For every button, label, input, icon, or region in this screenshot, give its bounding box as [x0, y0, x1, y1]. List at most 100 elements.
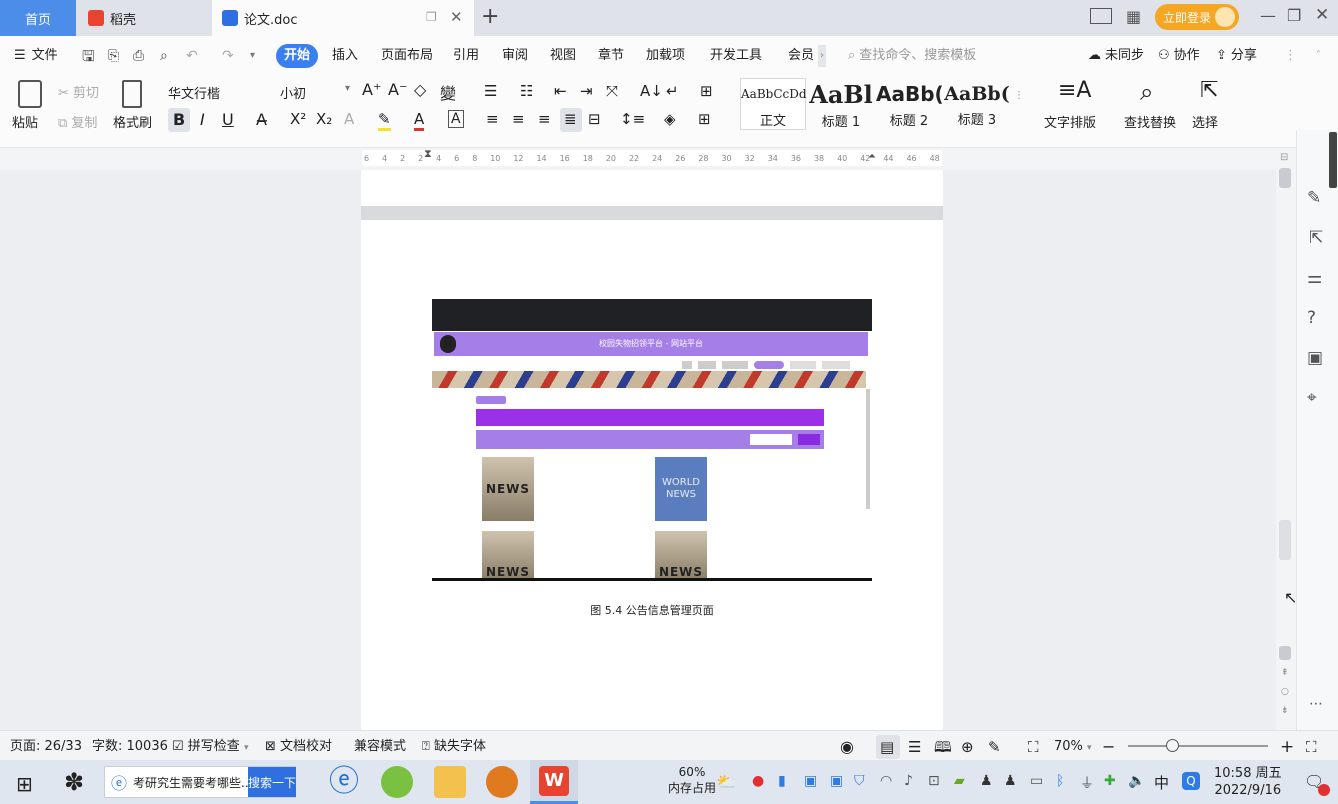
horizontal-ruler[interactable]: 6 4 2 2 4 6 8 10 12 14 16 18 20 22 24 26 28 30 32 34 36 38 40 4… — [362, 150, 942, 166]
tray-app-icon-4[interactable]: ▣ — [830, 773, 843, 789]
select-label[interactable]: 选择 — [1192, 112, 1218, 131]
memory-widget[interactable]: 60% 内存占用 — [668, 764, 716, 796]
location-pin-icon[interactable]: ⌖ — [1307, 388, 1317, 408]
undo-icon[interactable]: ↶ — [186, 45, 198, 67]
style-normal[interactable]: AaBbCcDd 正文 — [740, 78, 807, 130]
right-indent-marker-icon[interactable]: ⏶ — [868, 151, 876, 162]
help-icon[interactable]: ? — [1307, 308, 1316, 328]
browser-app-icon[interactable]: ✽ — [64, 768, 84, 796]
fit-page-icon[interactable]: ⛶ — [1028, 738, 1039, 756]
font-size-select[interactable]: 小初 — [280, 83, 306, 102]
security-app-icon[interactable]: ✚ — [1104, 773, 1116, 789]
format-painter-icon[interactable] — [122, 80, 142, 108]
copy-button[interactable]: ⧉ 复制 — [58, 112, 97, 131]
notification-bell-icon[interactable]: ♪ — [904, 773, 913, 789]
menu-tab-review[interactable]: 审阅 — [502, 45, 528, 67]
menu-overflow-icon[interactable]: › — [818, 45, 826, 67]
page-view-icon[interactable]: ▤ — [880, 738, 894, 756]
nvidia-icon[interactable]: ▰ — [954, 773, 965, 789]
underline-button[interactable]: U — [222, 110, 234, 129]
bluetooth-icon[interactable]: ᛒ — [1056, 773, 1064, 789]
360-browser-icon[interactable] — [381, 766, 413, 798]
menu-tab-references[interactable]: 引用 — [453, 45, 479, 67]
quick-access-chevron-icon[interactable]: ▾ — [250, 45, 255, 67]
wifi-icon[interactable]: ◠ — [880, 773, 892, 789]
tab-daoke[interactable]: 稻壳 — [78, 0, 212, 36]
highlight-icon[interactable]: ✎ — [378, 110, 391, 131]
sync-button[interactable]: ☁ 未同步 — [1088, 45, 1144, 67]
tab-restore-icon[interactable]: ❐ — [426, 10, 437, 24]
edit-pen-icon[interactable]: ✎ — [1307, 188, 1321, 208]
superscript-button[interactable]: X² — [290, 110, 306, 128]
phonetic-icon[interactable]: 變 — [440, 80, 456, 104]
reading-view-icon[interactable]: 🕮 — [934, 738, 952, 756]
cut-button[interactable]: ✂ 剪切 — [58, 82, 99, 101]
ime-indicator[interactable]: 中 — [1154, 772, 1169, 793]
taskbar-clock[interactable]: 10:58 周五 2022/9/16 — [1214, 765, 1282, 799]
scroll-thumb-top[interactable] — [1279, 168, 1291, 188]
menu-tab-view[interactable]: 视图 — [550, 45, 576, 67]
collab-button[interactable]: ⚇ 协作 — [1158, 45, 1200, 67]
grow-font-icon[interactable]: A⁺ — [362, 80, 381, 99]
borders-icon[interactable]: ⊞ — [698, 110, 711, 128]
spell-check-button[interactable]: ☑ 拼写检查 ▾ — [172, 738, 248, 756]
menu-tab-start[interactable]: 开始 — [276, 44, 318, 68]
zoom-select[interactable]: 70% ▾ — [1054, 738, 1092, 756]
fullscreen-icon[interactable]: ⛶ — [1306, 738, 1317, 756]
bold-button[interactable]: B — [173, 110, 185, 129]
pointer-select-icon[interactable]: ⇱ — [1309, 228, 1323, 248]
window-close-icon[interactable]: ✕ — [1315, 5, 1329, 25]
scroll-up-icon[interactable]: ⊟ — [1280, 152, 1288, 163]
menu-tab-insert[interactable]: 插入 — [332, 45, 358, 67]
scroll-page-marker[interactable] — [1279, 646, 1291, 660]
format-painter-label[interactable]: 格式刷 — [113, 112, 152, 131]
capture-icon[interactable]: ⊡ — [928, 773, 940, 789]
clear-format-icon[interactable]: ◇ — [414, 80, 426, 99]
media-app-icon[interactable] — [486, 766, 518, 798]
adjust-sliders-icon[interactable]: ⚌ — [1307, 268, 1322, 288]
apps-grid-icon[interactable]: ▦ — [1126, 7, 1141, 26]
outline-view-icon[interactable]: ☰ — [908, 738, 921, 756]
menu-tab-chapter[interactable]: 章节 — [598, 45, 624, 67]
char-border-icon[interactable]: A — [448, 110, 464, 128]
style-heading3[interactable]: AaBb( 标题 3 — [944, 78, 1010, 130]
new-tab-button[interactable]: + — [481, 4, 499, 29]
align-center-icon[interactable]: ≡ — [512, 110, 525, 128]
tray-app-icon-2[interactable]: ▮ — [778, 773, 786, 789]
text-effect-icon[interactable]: A — [344, 110, 354, 128]
print-icon[interactable]: ⎙ — [133, 45, 144, 67]
more-icon[interactable]: ⋮ — [1284, 45, 1297, 67]
eye-protect-icon[interactable]: ◉ — [840, 738, 854, 756]
text-direction-icon[interactable]: A↓ — [640, 82, 663, 100]
maximize-icon[interactable]: ❐ — [1287, 6, 1301, 25]
battery-icon[interactable]: ▭ — [1030, 773, 1043, 789]
write-mode-icon[interactable]: ✎ — [988, 738, 1001, 756]
numbered-list-icon[interactable]: ☷ — [520, 82, 533, 100]
file-explorer-icon[interactable] — [434, 766, 466, 798]
find-replace-icon[interactable]: ⌕ — [1140, 78, 1153, 106]
zoom-in-icon[interactable]: + — [1280, 738, 1294, 756]
justify-icon[interactable]: ≣ — [564, 110, 577, 128]
shield-icon[interactable]: ⛉ — [854, 773, 865, 789]
tab-stops-icon[interactable]: ⊞ — [700, 82, 713, 100]
menu-tab-developer[interactable]: 开发工具 — [710, 45, 762, 67]
share-button[interactable]: ⇪ 分享 — [1216, 45, 1257, 67]
line-spacing-icon[interactable]: ↕≡ — [620, 110, 645, 128]
missing-font-button[interactable]: ⍰ 缺失字体 — [422, 738, 486, 756]
figure-screenshot[interactable]: 校园失物招领平台 - 网站平台 NEWS WORLD NEWS NEWS NEW… — [432, 299, 872, 581]
shrink-font-icon[interactable]: A⁻ — [388, 80, 407, 99]
panel-more-icon[interactable]: ⋯ — [1309, 696, 1323, 712]
menu-tab-addins[interactable]: 加载项 — [646, 45, 685, 67]
increase-indent-icon[interactable]: ⇥ — [580, 82, 593, 100]
prev-page-icon[interactable]: ⇞ — [1281, 668, 1289, 678]
tray-app-icon-3[interactable]: ▣ — [804, 773, 817, 789]
usb-icon[interactable]: ⏚ — [1080, 773, 1094, 793]
select-cursor-icon[interactable]: ⇱ — [1200, 78, 1218, 103]
select-browse-icon[interactable]: ○ — [1281, 687, 1289, 697]
tab-home[interactable]: 首页 — [0, 0, 76, 36]
zoom-out-icon[interactable]: − — [1102, 738, 1115, 756]
save-icon[interactable]: 🖫 — [82, 45, 95, 67]
login-button[interactable]: 立即登录 — [1155, 4, 1239, 30]
decrease-indent-icon[interactable]: ⇤ — [554, 82, 567, 100]
taskbar-search-button[interactable]: 搜索一下 — [248, 767, 296, 797]
